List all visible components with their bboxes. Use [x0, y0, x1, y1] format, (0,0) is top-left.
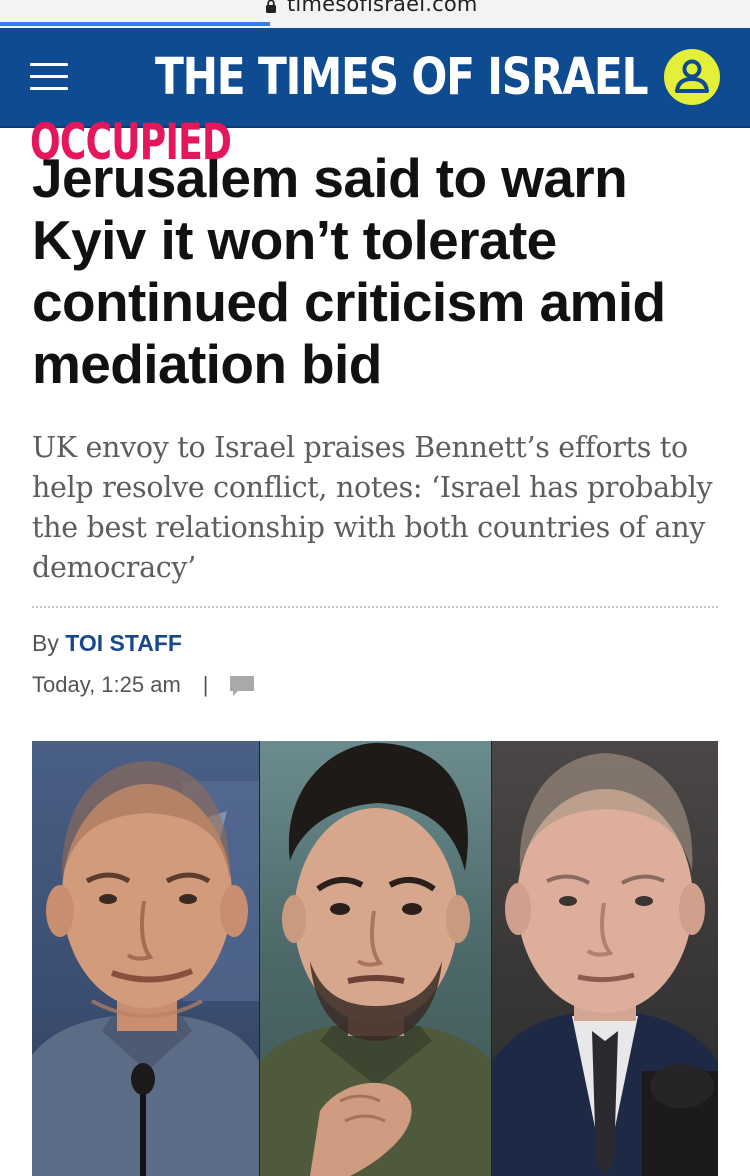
- dateline: Today, 1:25 am |: [32, 672, 255, 698]
- user-icon: [675, 59, 709, 93]
- article-headline: Jerusalem said to warn Kyiv it won’t tol…: [32, 147, 666, 395]
- publish-time: Today, 1:25 am: [32, 672, 181, 697]
- menu-icon[interactable]: [30, 61, 68, 91]
- url-wrap: timesofisrael.com: [265, 0, 478, 16]
- photo-panel-middle: [260, 741, 492, 1176]
- byline-prefix: By: [32, 630, 59, 656]
- user-account-button[interactable]: [664, 49, 720, 105]
- portrait-right: [492, 753, 718, 1176]
- site-logo[interactable]: THE TIMES OF ISRAEL: [155, 46, 649, 110]
- page-load-progress-bar: [0, 22, 270, 26]
- dotted-divider: [32, 606, 718, 608]
- article-subheadline: UK envoy to Israel praises Bennett’s eff…: [32, 431, 713, 584]
- comment-icon[interactable]: [229, 675, 255, 697]
- occupied-stamp-overlay: OCCUPIED: [30, 113, 232, 171]
- lock-icon: [266, 0, 276, 13]
- dateline-separator: |: [202, 672, 209, 697]
- browser-url-bar[interactable]: timesofisrael.com: [0, 0, 750, 28]
- byline: By TOI STAFF: [32, 630, 182, 657]
- portrait-left: [32, 761, 260, 1176]
- photo-panel-left: [32, 741, 260, 1176]
- article-photo[interactable]: [32, 741, 718, 1176]
- author-link[interactable]: TOI STAFF: [65, 630, 182, 656]
- portrait-middle: [260, 742, 492, 1176]
- page: timesofisrael.com THE TIMES OF ISRAEL OC…: [0, 0, 750, 1176]
- photo-panel-right: [492, 741, 718, 1176]
- url-text[interactable]: timesofisrael.com: [287, 0, 478, 16]
